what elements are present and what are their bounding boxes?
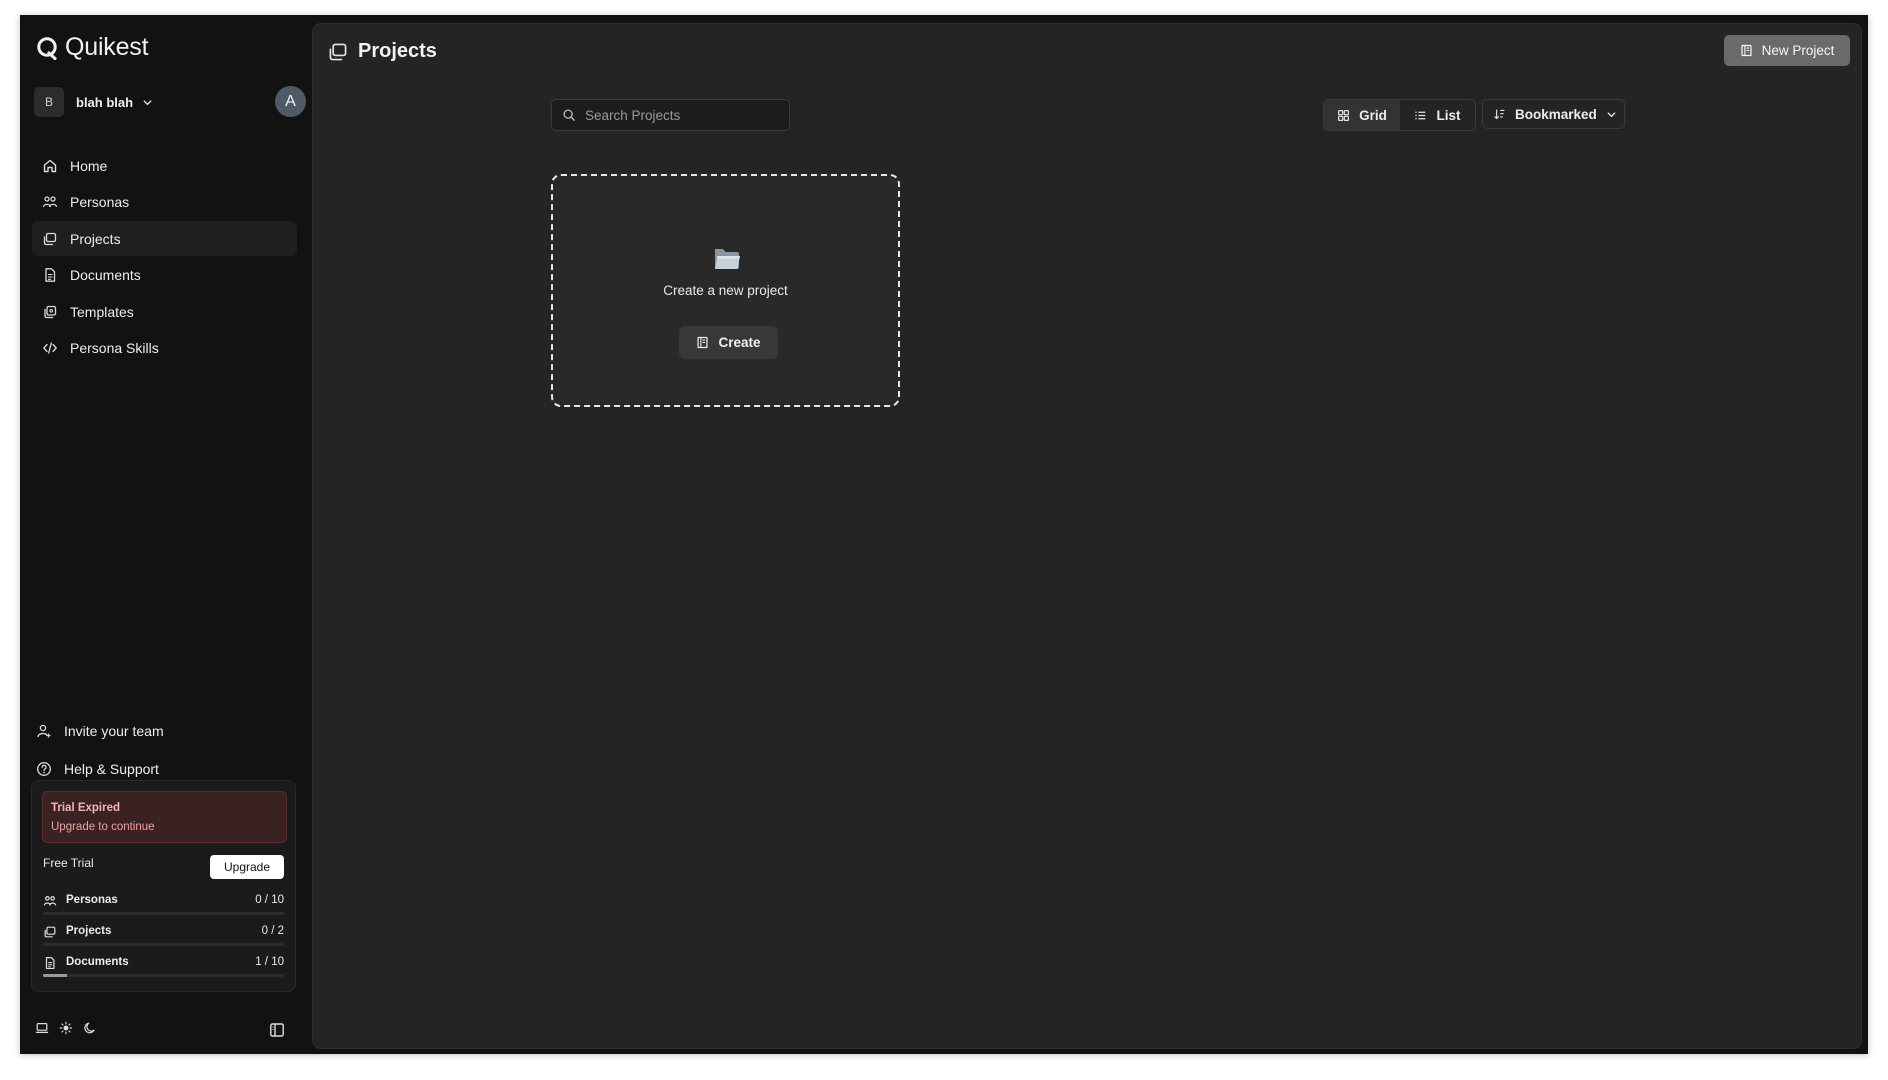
main-panel: Projects New Project Grid List Bookmarke… bbox=[312, 23, 1862, 1049]
upgrade-button[interactable]: Upgrade bbox=[210, 855, 284, 879]
workspace-badge: B bbox=[34, 87, 64, 117]
logo-icon bbox=[36, 36, 58, 60]
sort-label: Bookmarked bbox=[1515, 106, 1597, 122]
usage-progress-bar bbox=[43, 943, 284, 946]
home-icon bbox=[42, 158, 58, 174]
app-name: Quikest bbox=[65, 33, 149, 61]
sort-dropdown[interactable]: Bookmarked bbox=[1482, 99, 1625, 129]
view-toggle: Grid List bbox=[1323, 99, 1476, 131]
usage-progress-bar bbox=[43, 912, 284, 915]
sidebar-item-label: Projects bbox=[70, 230, 121, 247]
create-icon bbox=[696, 336, 709, 349]
view-list-button[interactable]: List bbox=[1400, 100, 1475, 130]
sidebar-item-home[interactable]: Home bbox=[32, 148, 297, 183]
theme-switcher bbox=[35, 1021, 97, 1035]
new-project-button[interactable]: New Project bbox=[1724, 35, 1850, 66]
avatar[interactable]: A bbox=[275, 86, 306, 117]
create-button[interactable]: Create bbox=[679, 326, 778, 359]
workspace-switcher[interactable]: B blah blah A bbox=[34, 86, 316, 117]
sort-icon bbox=[1493, 108, 1506, 121]
usage-projects: Projects 0 / 2 bbox=[43, 922, 284, 952]
usage-personas: Personas 0 / 10 bbox=[43, 891, 284, 921]
usage-progress-bar bbox=[43, 974, 284, 977]
new-project-label: New Project bbox=[1761, 43, 1835, 58]
laptop-icon[interactable] bbox=[35, 1021, 49, 1035]
workspace-name: blah blah bbox=[76, 94, 134, 110]
user-plus-icon bbox=[36, 723, 52, 739]
usage-label: Personas bbox=[66, 894, 118, 906]
sidebar-collapse-icon[interactable] bbox=[269, 1022, 285, 1038]
chevron-down-icon bbox=[1606, 109, 1617, 120]
usage-value: 0 / 2 bbox=[261, 925, 284, 937]
templates-icon bbox=[42, 304, 58, 320]
sidebar-item-personas[interactable]: Personas bbox=[32, 185, 297, 220]
search-box[interactable] bbox=[551, 99, 790, 131]
trial-expired-alert: Trial Expired Upgrade to continue bbox=[42, 791, 287, 843]
projects-icon bbox=[43, 925, 57, 939]
sidebar-item-projects[interactable]: Projects bbox=[32, 221, 297, 257]
projects-icon bbox=[42, 231, 58, 247]
invite-team-link[interactable]: Invite your team bbox=[32, 712, 297, 750]
alert-subtitle: Upgrade to continue bbox=[51, 821, 155, 833]
view-grid-label: Grid bbox=[1359, 107, 1387, 123]
sidebar-item-templates[interactable]: Templates bbox=[32, 294, 297, 329]
search-input[interactable] bbox=[583, 106, 787, 124]
sidebar-bottom-links: Invite your team Help & Support bbox=[32, 712, 297, 788]
create-project-title: Create a new project bbox=[663, 283, 788, 298]
alert-title: Trial Expired bbox=[51, 802, 121, 814]
sun-icon[interactable] bbox=[59, 1021, 73, 1035]
usage-value: 0 / 10 bbox=[255, 894, 284, 906]
users-icon bbox=[42, 194, 58, 210]
sidebar-item-label: Documents bbox=[70, 267, 141, 284]
search-icon bbox=[562, 108, 576, 122]
grid-icon bbox=[1337, 109, 1350, 122]
sidebar-item-label: Templates bbox=[70, 303, 134, 320]
sidebar-item-documents[interactable]: Documents bbox=[32, 258, 297, 293]
usage-label: Documents bbox=[66, 956, 129, 968]
document-icon bbox=[43, 956, 57, 970]
invite-team-label: Invite your team bbox=[64, 723, 164, 739]
create-label: Create bbox=[718, 335, 761, 350]
app-window: Quikest B blah blah A Home Personas Proj… bbox=[20, 15, 1868, 1054]
usage-progress-fill bbox=[43, 974, 68, 977]
projects-icon bbox=[327, 41, 349, 63]
help-support-label: Help & Support bbox=[64, 761, 159, 777]
sidebar-item-persona-skills[interactable]: Persona Skills bbox=[32, 331, 297, 366]
sidebar-item-label: Home bbox=[70, 157, 108, 174]
page-title: Projects bbox=[358, 40, 437, 62]
help-icon bbox=[36, 761, 52, 777]
usage-documents: Documents 1 / 10 bbox=[43, 953, 284, 983]
app-logo[interactable]: Quikest bbox=[36, 33, 149, 62]
users-icon bbox=[43, 894, 57, 908]
folder-icon bbox=[712, 245, 742, 272]
sidebar-item-label: Personas bbox=[70, 194, 130, 211]
view-list-label: List bbox=[1436, 107, 1461, 123]
new-project-icon bbox=[1740, 44, 1753, 57]
view-grid-button[interactable]: Grid bbox=[1324, 100, 1400, 130]
create-project-card[interactable]: Create a new project Create bbox=[551, 174, 900, 407]
plan-card: Trial Expired Upgrade to continue Free T… bbox=[31, 780, 296, 992]
code-icon bbox=[42, 340, 58, 356]
usage-value: 1 / 10 bbox=[255, 956, 284, 968]
sidebar: Quikest B blah blah A Home Personas Proj… bbox=[20, 15, 308, 1054]
sidebar-nav: Home Personas Projects Documents Templat… bbox=[32, 148, 297, 368]
usage-label: Projects bbox=[66, 925, 112, 937]
list-icon bbox=[1414, 109, 1427, 122]
document-icon bbox=[42, 267, 58, 283]
chevron-down-icon bbox=[142, 97, 153, 108]
sidebar-item-label: Persona Skills bbox=[70, 340, 159, 357]
moon-icon[interactable] bbox=[83, 1021, 97, 1035]
plan-name: Free Trial bbox=[43, 856, 94, 870]
